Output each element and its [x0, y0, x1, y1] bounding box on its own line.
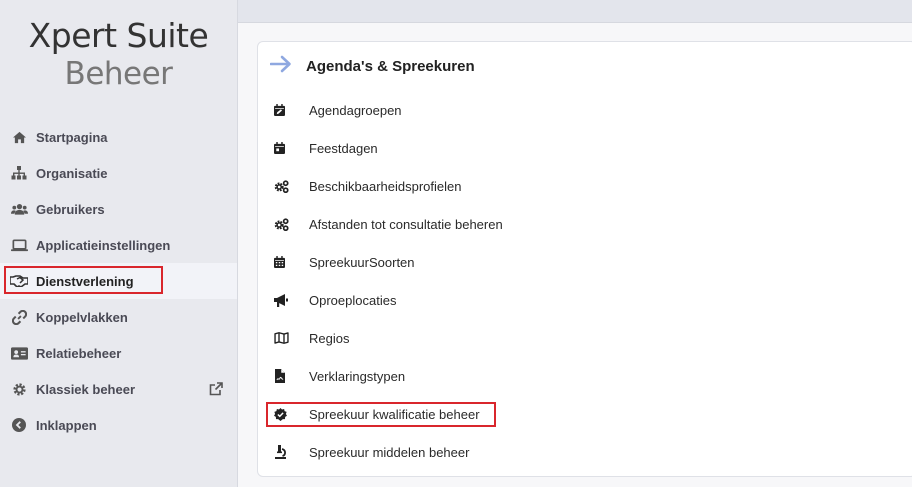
menu-item-agendagroepen[interactable]: Agendagroepen	[272, 91, 892, 129]
brand-subtitle: Beheer	[64, 56, 173, 92]
menu-item-label: Regios	[309, 330, 350, 346]
menu-item-label: Agendagroepen	[309, 102, 402, 118]
arrow-right-icon[interactable]	[269, 55, 292, 78]
menu-item-regios[interactable]: Regios	[272, 319, 892, 357]
calendar-edit-icon	[272, 101, 294, 119]
sidebar-item-gebruikers[interactable]: Gebruikers	[0, 191, 237, 227]
sidebar-item-label: Organisatie	[36, 165, 108, 181]
sidebar-item-klassiek-beheer[interactable]: Klassiek beheer	[0, 371, 237, 407]
menu-item-label: Oproeplocaties	[309, 292, 397, 308]
highlight-box-spreekuur-kwalificatie	[266, 402, 496, 427]
home-icon	[10, 128, 28, 146]
menu-item-label: SpreekuurSoorten	[309, 254, 415, 270]
menu-item-feestdagen[interactable]: Feestdagen	[272, 129, 892, 167]
calendar-grid-icon	[272, 253, 294, 271]
menu-item-beschikbaarheidsprofielen[interactable]: Beschikbaarheidsprofielen	[272, 167, 892, 205]
menu-item-label: Verklaringstypen	[309, 368, 406, 384]
card-header: Agenda's & Spreekuren	[269, 55, 475, 78]
file-signature-icon	[272, 367, 294, 385]
menu-item-afstanden-tot-consultatie-beheren[interactable]: Afstanden tot consultatie beheren	[272, 205, 892, 243]
sidebar-item-label: Startpagina	[36, 129, 108, 145]
sidebar-item-label: Inklappen	[36, 417, 97, 433]
sidebar-item-koppelvlakken[interactable]: Koppelvlakken	[0, 299, 237, 335]
sidebar-item-inklappen[interactable]: Inklappen	[0, 407, 237, 443]
highlight-box-dienstverlening	[4, 266, 163, 294]
menu-item-label: Spreekuur middelen beheer	[309, 444, 470, 460]
sidebar-item-organisatie[interactable]: Organisatie	[0, 155, 237, 191]
sidebar-item-applicatieinstellingen[interactable]: Applicatieinstellingen	[0, 227, 237, 263]
external-link-icon[interactable]	[209, 382, 223, 399]
gears-icon	[272, 215, 294, 233]
sitemap-icon	[10, 164, 28, 182]
chevron-left-circle-icon	[10, 416, 28, 434]
map-icon	[272, 329, 294, 347]
sidebar: Xpert Suite Beheer Startpagina Organisat…	[0, 0, 238, 487]
microscope-icon	[272, 443, 294, 461]
top-bar	[238, 0, 912, 23]
sidebar-item-label: Applicatieinstellingen	[36, 237, 171, 253]
menu-item-spreekuursoorten[interactable]: SpreekuurSoorten	[272, 243, 892, 281]
sidebar-item-label: Klassiek beheer	[36, 381, 136, 397]
users-icon	[10, 200, 28, 218]
menu-item-label: Feestdagen	[309, 140, 378, 156]
calendar-day-icon	[272, 139, 294, 157]
card-title: Agenda's & Spreekuren	[306, 58, 475, 75]
menu-item-oproeplocaties[interactable]: Oproeplocaties	[272, 281, 892, 319]
gears-icon	[272, 177, 294, 195]
menu-item-verklaringstypen[interactable]: Verklaringstypen	[272, 357, 892, 395]
sidebar-item-startpagina[interactable]: Startpagina	[0, 119, 237, 155]
sidebar-item-label: Gebruikers	[36, 201, 105, 217]
laptop-icon	[10, 236, 28, 254]
brand-logo: Xpert Suite Beheer	[0, 0, 237, 93]
gear-icon	[10, 380, 28, 398]
id-card-icon	[10, 344, 28, 362]
brand-title: Xpert Suite	[28, 16, 209, 55]
sidebar-item-label: Koppelvlakken	[36, 309, 128, 325]
link-icon	[10, 308, 28, 326]
menu-item-label: Afstanden tot consultatie beheren	[309, 216, 503, 232]
menu-item-spreekuur-middelen-beheer[interactable]: Spreekuur middelen beheer	[272, 433, 892, 471]
sidebar-item-relatiebeheer[interactable]: Relatiebeheer	[0, 335, 237, 371]
megaphone-icon	[272, 291, 294, 309]
sidebar-item-label: Relatiebeheer	[36, 345, 122, 361]
menu-item-label: Beschikbaarheidsprofielen	[309, 178, 462, 194]
